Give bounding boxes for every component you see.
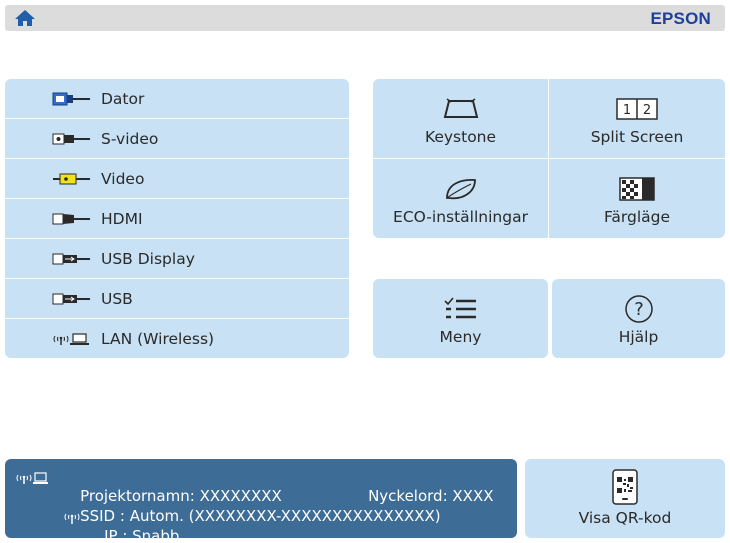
- keystone-button[interactable]: Keystone: [373, 79, 548, 158]
- source-item-lan-wireless[interactable]: LAN (Wireless): [5, 319, 349, 358]
- home-button[interactable]: [13, 8, 37, 28]
- help-button[interactable]: ? Hjälp: [552, 279, 725, 358]
- source-item-usb[interactable]: USB: [5, 279, 349, 319]
- source-label: USB Display: [101, 249, 195, 268]
- source-label: Video: [101, 169, 145, 188]
- source-item-usb-display[interactable]: USB Display: [5, 239, 349, 279]
- split-screen-label: Split Screen: [590, 128, 684, 146]
- source-list: Dator S-video Video HDMI USB Display USB…: [5, 79, 349, 358]
- header-bar: EPSON: [5, 5, 725, 31]
- antenna-icon: [64, 513, 80, 524]
- qr-code-phone-icon: [612, 469, 638, 505]
- help-label: Hjälp: [618, 328, 659, 346]
- split-screen-icon-right-number: 2: [643, 103, 651, 118]
- menu-button[interactable]: Meny: [373, 279, 548, 358]
- source-label: Dator: [101, 89, 145, 108]
- menu-label: Meny: [439, 328, 482, 346]
- keystone-icon: [443, 98, 478, 118]
- home-icon: [15, 10, 35, 26]
- source-item-video[interactable]: Video: [5, 159, 349, 199]
- ip-label: IP: [104, 527, 118, 543]
- source-label: S-video: [101, 129, 159, 148]
- source-item-s-video[interactable]: S-video: [5, 119, 349, 159]
- epson-logo: EPSON: [650, 9, 711, 28]
- source-label: HDMI: [101, 209, 143, 228]
- label-separator: :: [117, 527, 133, 543]
- leaf-icon: [445, 179, 476, 200]
- keyword-value: XXXX: [452, 487, 494, 505]
- usb-connector-icon: [52, 291, 92, 307]
- hdmi-connector-icon: [52, 211, 92, 227]
- help-glyph: ?: [634, 299, 644, 320]
- video-rca-connector-icon: [52, 171, 92, 187]
- s-video-connector-icon: [52, 131, 92, 147]
- eco-settings-button[interactable]: ECO-inställningar: [373, 159, 548, 238]
- usb-display-connector-icon: [52, 251, 92, 267]
- menu-list-icon: [443, 297, 476, 319]
- split-screen-icon-left-number: 1: [623, 103, 631, 118]
- keystone-label: Keystone: [424, 128, 497, 146]
- color-mode-button[interactable]: Färgläge: [549, 159, 725, 238]
- color-mode-label: Färgläge: [603, 208, 671, 226]
- ip-value: Snabb: [132, 527, 180, 543]
- network-info-panel: Projektornamn: XXXXXXXX Nyckelord: XXXX …: [5, 459, 517, 543]
- source-item-hdmi[interactable]: HDMI: [5, 199, 349, 239]
- show-qr-code-button[interactable]: Visa QR-kod: [525, 459, 725, 538]
- split-screen-button[interactable]: 1 2 Split Screen: [549, 79, 725, 158]
- split-screen-icon: 1 2: [616, 98, 658, 120]
- source-label: USB: [101, 289, 133, 308]
- source-item-computer[interactable]: Dator: [5, 79, 349, 119]
- wireless-lan-icon: [16, 472, 48, 484]
- computer-vga-connector-icon: [52, 91, 92, 107]
- eco-settings-label: ECO-inställningar: [393, 208, 528, 226]
- source-label: LAN (Wireless): [101, 330, 215, 348]
- color-mode-icon: [619, 177, 655, 201]
- help-question-icon: ?: [624, 295, 653, 323]
- wireless-lan-icon: [52, 331, 92, 347]
- label-separator: :: [442, 487, 453, 505]
- show-qr-code-label: Visa QR-kod: [578, 509, 672, 527]
